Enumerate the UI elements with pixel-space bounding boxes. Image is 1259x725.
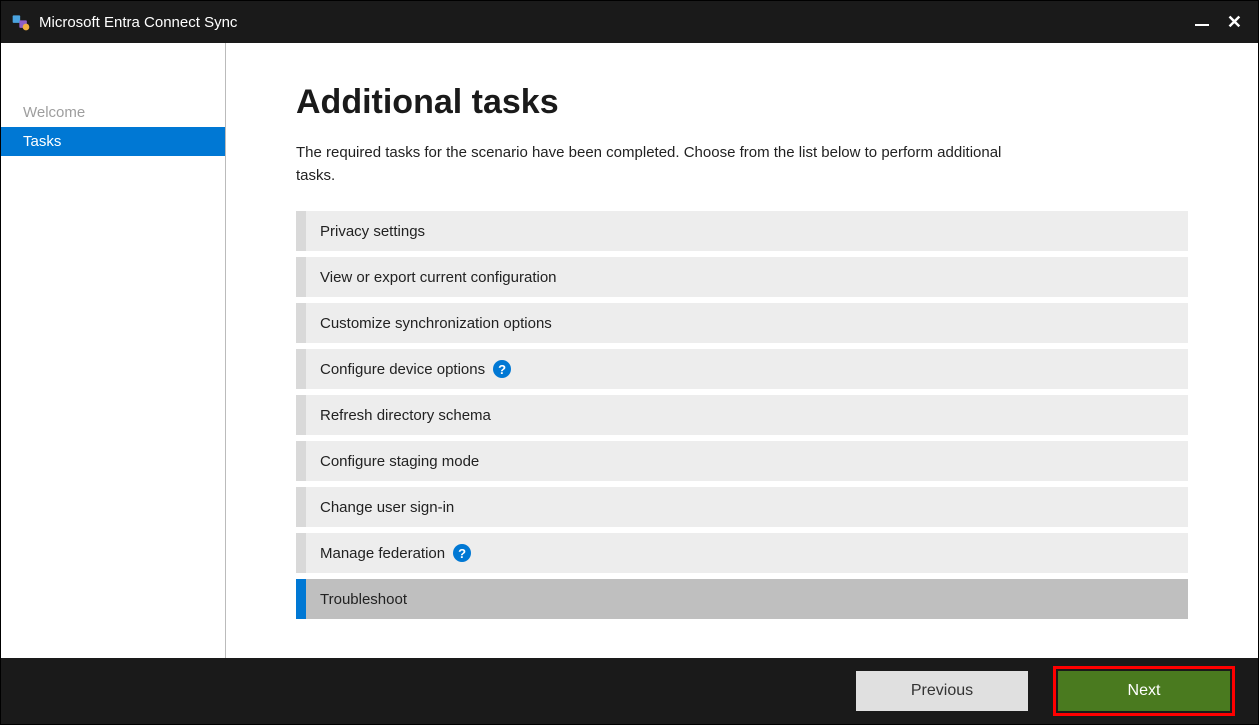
task-indicator-bar [296,579,306,619]
sidebar-item-tasks[interactable]: Tasks [1,127,225,156]
task-label: Customize synchronization options [306,315,552,332]
sidebar-item-welcome[interactable]: Welcome [1,98,225,127]
task-item[interactable]: Change user sign-in [296,487,1188,527]
task-label: Configure staging mode [306,453,479,470]
help-icon[interactable]: ? [493,360,511,378]
task-item[interactable]: Configure device options? [296,349,1188,389]
titlebar-controls: ✕ [1195,12,1248,33]
task-indicator-bar [296,257,306,297]
page-description: The required tasks for the scenario have… [296,142,1036,187]
titlebar-left: Microsoft Entra Connect Sync [11,12,237,32]
task-list: Privacy settings View or export current c… [296,211,1188,619]
task-label: Manage federation [306,545,445,562]
previous-button[interactable]: Previous [856,671,1028,711]
task-indicator-bar [296,441,306,481]
window-title: Microsoft Entra Connect Sync [39,14,237,31]
task-item[interactable]: Troubleshoot [296,579,1188,619]
task-item[interactable]: Customize synchronization options [296,303,1188,343]
task-label: View or export current configuration [306,269,557,286]
help-icon[interactable]: ? [453,544,471,562]
sidebar: WelcomeTasks [1,43,226,658]
task-item[interactable]: Privacy settings [296,211,1188,251]
body-area: WelcomeTasks Additional tasks The requir… [1,43,1258,658]
app-icon [11,12,31,32]
task-indicator-bar [296,533,306,573]
task-item[interactable]: Manage federation? [296,533,1188,573]
task-indicator-bar [296,211,306,251]
titlebar: Microsoft Entra Connect Sync ✕ [1,1,1258,43]
task-label: Troubleshoot [306,591,407,608]
minimize-icon [1195,24,1209,26]
task-label: Configure device options [306,361,485,378]
task-indicator-bar [296,349,306,389]
page-title: Additional tasks [296,83,1188,122]
task-item[interactable]: View or export current configuration [296,257,1188,297]
main-content: Additional tasks The required tasks for … [226,43,1258,658]
close-button[interactable]: ✕ [1227,12,1242,33]
task-item[interactable]: Refresh directory schema [296,395,1188,435]
footer: Previous Next [1,658,1258,724]
task-label: Refresh directory schema [306,407,491,424]
task-label: Change user sign-in [306,499,454,516]
task-item[interactable]: Configure staging mode [296,441,1188,481]
task-label: Privacy settings [306,223,425,240]
task-indicator-bar [296,303,306,343]
task-indicator-bar [296,395,306,435]
task-indicator-bar [296,487,306,527]
next-button[interactable]: Next [1058,671,1230,711]
minimize-button[interactable] [1195,13,1209,31]
window: Microsoft Entra Connect Sync ✕ WelcomeTa… [0,0,1259,725]
